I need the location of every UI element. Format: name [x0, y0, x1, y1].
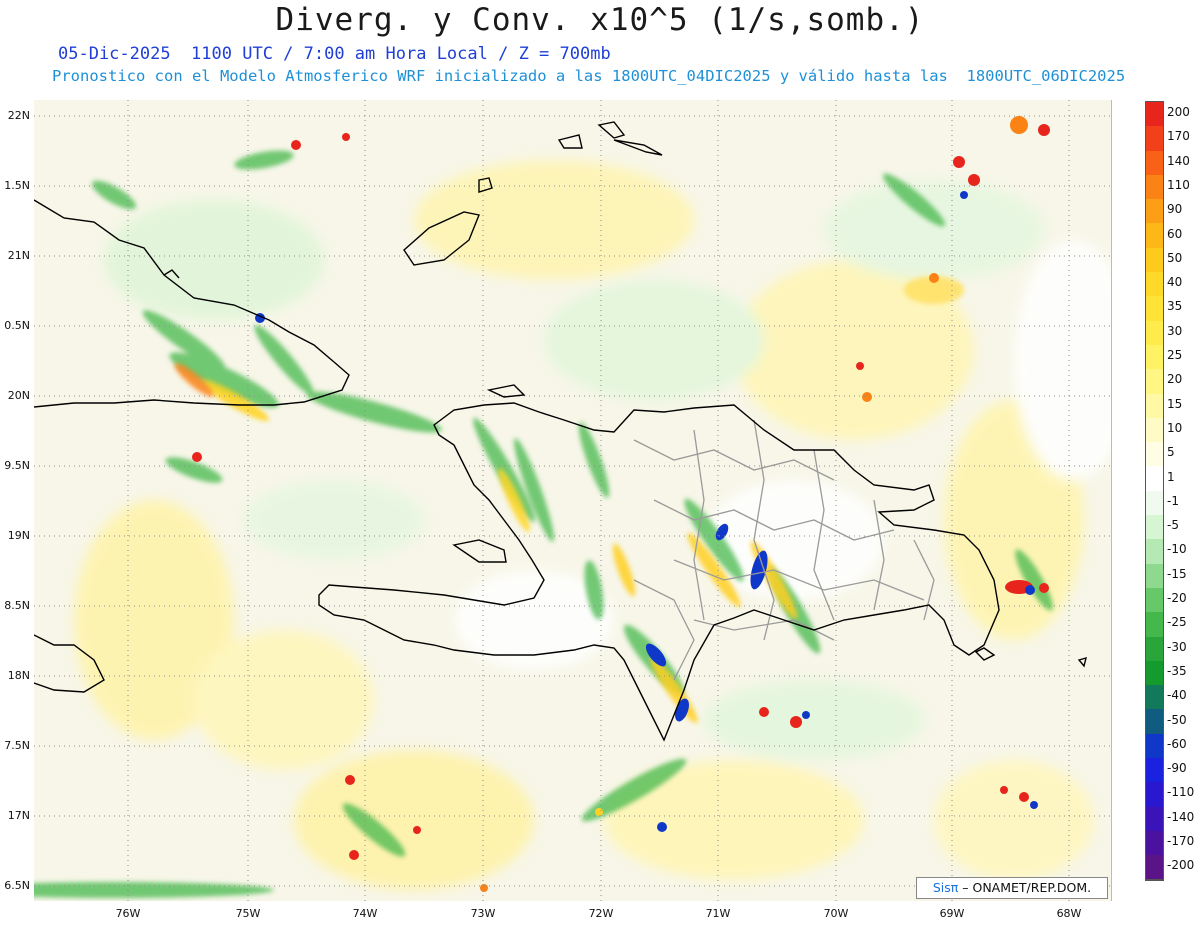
valid-time-subtitle: 05-Dic-2025 1100 UTC / 7:00 am Hora Loca… [58, 44, 611, 64]
legend-swatch [1146, 685, 1163, 710]
legend-label: -200 [1167, 858, 1195, 873]
legend-swatch [1146, 296, 1163, 321]
legend-swatch [1146, 733, 1163, 759]
legend-swatch [1146, 758, 1163, 783]
legend-swatch [1146, 709, 1163, 734]
legend-label: -35 [1167, 663, 1187, 678]
legend-swatch [1146, 442, 1163, 467]
lat-label: 7.5N [4, 739, 30, 752]
legend-label: -30 [1167, 639, 1187, 654]
legend-label: -110 [1167, 785, 1195, 800]
lat-label: 0.5N [4, 319, 30, 332]
lon-label: 68W [1056, 907, 1082, 920]
field-background [74, 160, 1111, 890]
legend-label: 5 [1167, 445, 1175, 460]
lat-label: 20N [7, 389, 30, 402]
lon-label: 76W [115, 907, 141, 920]
legend-swatch [1146, 102, 1163, 127]
legend-label: 60 [1167, 226, 1183, 241]
legend-swatch [1146, 199, 1163, 224]
map-title: Diverg. y Conv. x10^5 (1/s,somb.) [275, 2, 925, 38]
legend-label: -50 [1167, 712, 1187, 727]
legend-label: -40 [1167, 688, 1187, 703]
legend-swatch [1146, 223, 1163, 248]
legend-label: -25 [1167, 615, 1187, 630]
legend-swatch [1146, 539, 1163, 564]
legend-swatch [1146, 393, 1163, 418]
sisppi-brand: Sisπ [932, 880, 959, 895]
legend-label: 140 [1167, 153, 1190, 168]
legend-swatch [1146, 320, 1163, 345]
lat-label: 6.5N [4, 879, 30, 892]
legend-swatch [1146, 612, 1163, 637]
lat-label: 19N [7, 529, 30, 542]
color-legend [1145, 101, 1164, 881]
lon-label: 69W [939, 907, 965, 920]
legend-label: -5 [1167, 518, 1179, 533]
legend-label: 35 [1167, 299, 1183, 314]
legend-label: 170 [1167, 129, 1190, 144]
lat-label: 1.5N [4, 179, 30, 192]
divergence-map [34, 100, 1112, 901]
legend-label: -90 [1167, 761, 1187, 776]
lat-label: 17N [7, 809, 30, 822]
legend-swatch [1146, 660, 1163, 686]
legend-swatch [1146, 587, 1163, 613]
legend-swatch [1146, 806, 1163, 831]
lat-label: 9.5N [4, 459, 30, 472]
legend-label: 90 [1167, 202, 1183, 217]
legend-label: -140 [1167, 809, 1195, 824]
legend-label: 20 [1167, 372, 1183, 387]
legend-label: 25 [1167, 348, 1183, 362]
legend-swatch [1146, 490, 1163, 516]
lon-label: 75W [235, 907, 261, 920]
credit-text: – ONAMET/REP.DOM. [958, 880, 1092, 895]
legend-swatch [1146, 247, 1163, 273]
lon-label: 74W [352, 907, 378, 920]
legend-swatch [1146, 344, 1163, 370]
legend-label: 200 [1167, 105, 1190, 119]
legend-label: -1 [1167, 493, 1179, 508]
legend-label: 15 [1167, 396, 1183, 411]
lon-label: 72W [588, 907, 614, 920]
map-canvas [34, 100, 1111, 901]
legend-label: 110 [1167, 177, 1190, 192]
legend-swatch [1146, 563, 1163, 588]
legend-label: -60 [1167, 736, 1187, 751]
legend-label: 1 [1167, 469, 1175, 484]
legend-swatch [1146, 126, 1163, 151]
legend-swatch [1146, 174, 1163, 200]
legend-label: -170 [1167, 834, 1195, 848]
lon-label: 71W [705, 907, 731, 920]
legend-swatch [1146, 466, 1163, 491]
credit-box: Sisπ – ONAMET/REP.DOM. [916, 877, 1108, 899]
legend-swatch [1146, 636, 1163, 661]
lon-label: 70W [823, 907, 849, 920]
legend-swatch [1146, 515, 1163, 540]
legend-label: 50 [1167, 250, 1183, 265]
legend-label: -10 [1167, 542, 1187, 557]
legend-swatch [1146, 417, 1163, 443]
legend-label: -15 [1167, 566, 1187, 581]
lat-label: 18N [7, 669, 30, 682]
legend-label: 30 [1167, 323, 1183, 338]
legend-swatch [1146, 369, 1163, 394]
legend-swatch [1146, 272, 1163, 297]
legend-label: -20 [1167, 591, 1187, 605]
legend-label: 40 [1167, 275, 1183, 290]
legend-swatch [1146, 150, 1163, 175]
model-run-subtitle: Pronostico con el Modelo Atmosferico WRF… [52, 67, 1126, 85]
lat-label: 22N [7, 109, 30, 122]
lat-label: 21N [7, 249, 30, 262]
legend-swatch [1146, 855, 1163, 880]
legend-swatch [1146, 782, 1163, 807]
lat-label: 8.5N [4, 599, 30, 612]
legend-swatch [1146, 830, 1163, 856]
lon-label: 73W [470, 907, 496, 920]
legend-label: 10 [1167, 420, 1183, 435]
